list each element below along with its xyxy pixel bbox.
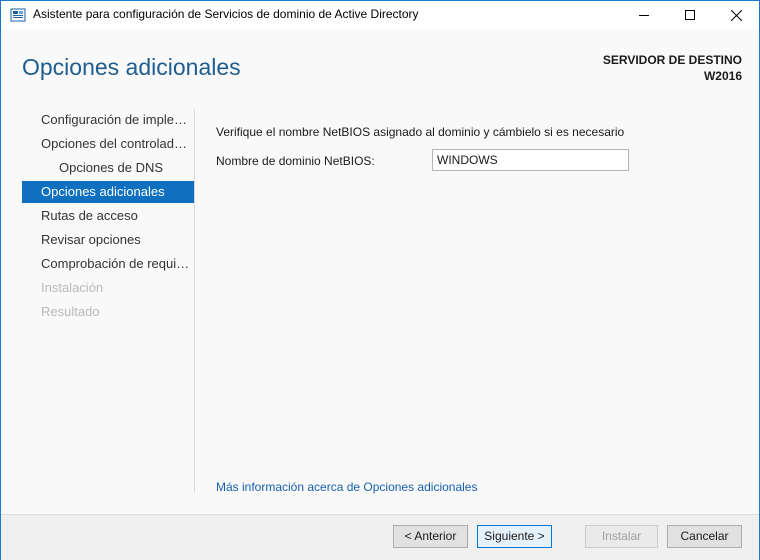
window-title: Asistente para configuración de Servicio… [33, 7, 419, 21]
close-icon [730, 9, 742, 21]
wizard-navigation: Configuración de implementación Opciones… [22, 109, 195, 493]
nav-item-opciones-controlador[interactable]: Opciones del controlador de dominio [22, 133, 194, 155]
nav-item-configuracion-implementacion[interactable]: Configuración de implementación [22, 109, 194, 131]
nav-item-instalacion: Instalación [41, 280, 104, 295]
minimize-icon [639, 15, 649, 16]
wizard-content: Verifique el nombre NetBIOS asignado al … [216, 109, 746, 499]
nav-item-revisar-opciones[interactable]: Revisar opciones [22, 229, 194, 251]
nav-item-comprobacion-requisitos[interactable]: Comprobación de requisitos previos [22, 253, 194, 275]
cancel-button[interactable]: Cancelar [667, 525, 742, 548]
page-title: Opciones adicionales [22, 54, 241, 80]
server-manager-icon [10, 7, 26, 23]
more-info-link[interactable]: Más información acerca de Opciones adici… [216, 480, 477, 494]
maximize-icon [685, 10, 695, 20]
previous-button[interactable]: < Anterior [393, 525, 468, 548]
nav-item-opciones-adicionales[interactable]: Opciones adicionales [22, 181, 194, 203]
wizard-header: Opciones adicionales SERVIDOR DE DESTINO… [1, 29, 759, 101]
nav-item-rutas-acceso[interactable]: Rutas de acceso [22, 205, 194, 227]
wizard-window: Asistente para configuración de Servicio… [0, 0, 760, 560]
minimize-button[interactable] [621, 1, 667, 29]
maximize-button[interactable] [667, 1, 713, 29]
destination-server-name: W2016 [703, 69, 742, 83]
install-button: Instalar [585, 525, 658, 548]
instruction-text: Verifique el nombre NetBIOS asignado al … [216, 125, 625, 139]
destination-server-label: SERVIDOR DE DESTINO [602, 53, 742, 67]
nav-item-opciones-dns[interactable]: Opciones de DNS [22, 157, 194, 179]
close-button[interactable] [713, 1, 759, 29]
next-button[interactable]: Siguiente > [477, 525, 552, 548]
wizard-footer: < Anterior Siguiente > Instalar Cancelar [1, 514, 759, 560]
title-bar[interactable]: Asistente para configuración de Servicio… [1, 1, 759, 29]
netbios-name-input[interactable] [432, 149, 629, 171]
netbios-name-label: Nombre de dominio NetBIOS: [216, 154, 375, 168]
nav-item-resultado: Resultado [41, 304, 100, 319]
